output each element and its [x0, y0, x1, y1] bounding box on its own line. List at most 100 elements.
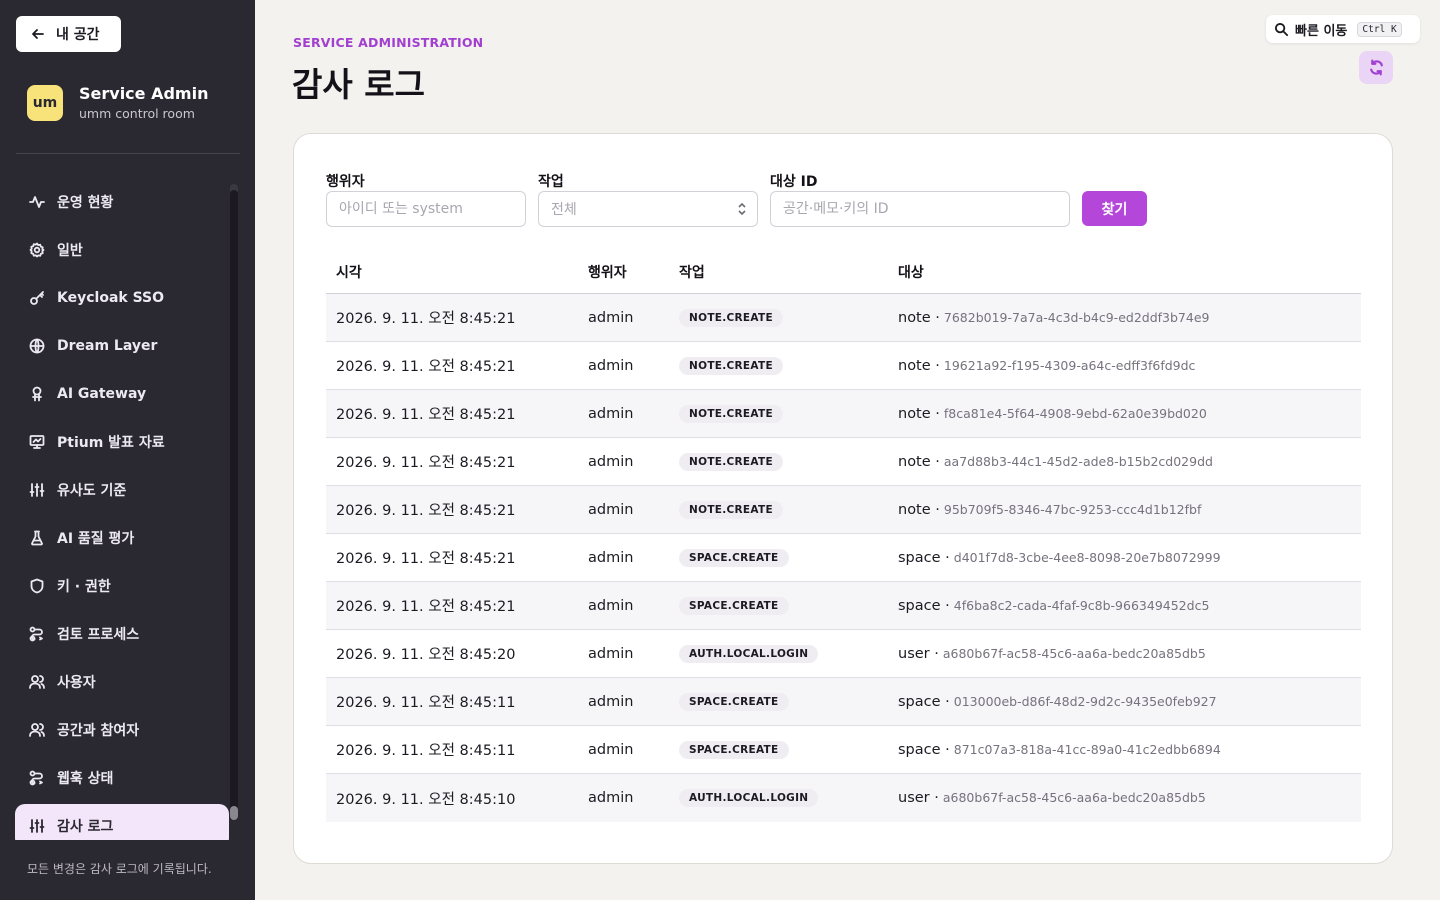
target-id-input[interactable]: [770, 191, 1070, 227]
sidebar-item-general[interactable]: 일반: [15, 228, 229, 272]
sidebar-scrollbar-thumb[interactable]: [230, 190, 238, 820]
audit-log-table: 시각 행위자 작업 대상 2026. 9. 11. 오전 8:45:21 adm…: [326, 250, 1361, 822]
brand-title: Service Admin: [79, 84, 209, 103]
sidebar-footer-note: 모든 변경은 감사 로그에 기록됩니다.: [27, 862, 212, 876]
action-filter-select[interactable]: 전체: [538, 191, 758, 227]
presentation-icon: [29, 435, 45, 449]
table-row[interactable]: 2026. 9. 11. 오전 8:45:21 admin NOTE.CREAT…: [326, 486, 1361, 534]
activity-icon: [29, 196, 45, 208]
row-time: 2026. 9. 11. 오전 8:45:21: [336, 311, 516, 327]
sidebar-item-users[interactable]: 사용자: [15, 660, 229, 704]
table-row[interactable]: 2026. 9. 11. 오전 8:45:11 admin SPACE.CREA…: [326, 678, 1361, 726]
sidebar-item-webhooks[interactable]: 웹훅 상태: [15, 756, 229, 800]
row-actor: admin: [588, 597, 634, 614]
target-filter-label: 대상 ID: [770, 174, 818, 190]
sidebar-item-keys[interactable]: 키 · 권한: [15, 564, 229, 608]
action-filter-label: 작업: [538, 174, 564, 190]
sidebar-item-similarity[interactable]: 유사도 기준: [15, 468, 229, 512]
sidebar-item-label: 웹훅 상태: [57, 771, 114, 787]
quick-nav-shortcut: Ctrl K: [1357, 21, 1402, 37]
sidebar-item-spaces[interactable]: 공간과 참여자: [15, 708, 229, 752]
sliders-icon: [29, 819, 45, 833]
row-actor: admin: [588, 741, 634, 758]
target-id: aa7d88b3-44c1-45d2-ade8-b15b2cd029dd: [943, 453, 1213, 469]
sidebar-scrollbar-handle[interactable]: [230, 806, 238, 820]
row-actor: admin: [588, 309, 634, 326]
column-header-action: 작업: [679, 264, 705, 281]
sidebar-item-ai-gateway[interactable]: AI Gateway: [15, 372, 229, 416]
sliders-icon: [29, 483, 45, 497]
table-body: 2026. 9. 11. 오전 8:45:21 admin NOTE.CREAT…: [326, 294, 1361, 822]
sidebar-item-label: 키 · 권한: [57, 579, 111, 595]
sidebar-item-ai-quality[interactable]: AI 품질 평가: [15, 516, 229, 560]
table-header: 시각 행위자 작업 대상: [326, 250, 1361, 294]
actor-filter-input[interactable]: [326, 191, 526, 227]
action-badge: NOTE.CREATE: [679, 308, 783, 327]
table-row[interactable]: 2026. 9. 11. 오전 8:45:21 admin NOTE.CREAT…: [326, 390, 1361, 438]
table-row[interactable]: 2026. 9. 11. 오전 8:45:21 admin SPACE.CREA…: [326, 534, 1361, 582]
sidebar-item-label: 유사도 기준: [57, 483, 127, 499]
action-badge: SPACE.CREATE: [679, 692, 789, 711]
row-time: 2026. 9. 11. 오전 8:45:11: [336, 695, 516, 711]
refresh-button[interactable]: [1359, 51, 1393, 84]
quick-nav-label: 빠른 이동: [1295, 23, 1348, 39]
search-icon: [1274, 22, 1289, 36]
page-eyebrow: SERVICE ADMINISTRATION: [293, 35, 484, 50]
search-button[interactable]: 찾기: [1082, 191, 1147, 226]
target-kind: note ·: [898, 501, 940, 518]
back-button[interactable]: 내 공간: [16, 16, 121, 52]
action-badge: NOTE.CREATE: [679, 452, 783, 471]
brand-subtitle: umm control room: [79, 106, 195, 121]
sidebar-item-audit-log[interactable]: 감사 로그: [15, 804, 229, 840]
action-badge: SPACE.CREATE: [679, 548, 789, 567]
table-row[interactable]: 2026. 9. 11. 오전 8:45:21 admin NOTE.CREAT…: [326, 438, 1361, 486]
target-id: 19621a92-f195-4309-a64c-edff3f6fd9dc: [943, 357, 1196, 373]
row-time: 2026. 9. 11. 오전 8:45:21: [336, 599, 516, 615]
chevron-updown-icon: [738, 202, 746, 216]
sidebar-item-ptium[interactable]: Ptium 발표 자료: [15, 420, 229, 464]
actor-filter-label: 행위자: [326, 174, 365, 190]
row-time: 2026. 9. 11. 오전 8:45:21: [336, 503, 516, 519]
quick-nav-button[interactable]: 빠른 이동 Ctrl K: [1266, 15, 1420, 43]
sidebar-item-label: Dream Layer: [57, 338, 158, 354]
audit-log-card: 행위자 작업 전체 대상 ID 찾기 시각 행위자 작업 대상 2026. 9.…: [293, 133, 1393, 864]
row-actor: admin: [588, 357, 634, 374]
table-row[interactable]: 2026. 9. 11. 오전 8:45:21 admin NOTE.CREAT…: [326, 294, 1361, 342]
row-actor: admin: [588, 549, 634, 566]
table-row[interactable]: 2026. 9. 11. 오전 8:45:20 admin AUTH.LOCAL…: [326, 630, 1361, 678]
column-header-target: 대상: [898, 264, 924, 281]
sidebar-item-label: 공간과 참여자: [57, 723, 140, 739]
table-row[interactable]: 2026. 9. 11. 오전 8:45:21 admin NOTE.CREAT…: [326, 342, 1361, 390]
brand: um Service Admin umm control room: [27, 84, 208, 121]
action-badge: NOTE.CREATE: [679, 500, 783, 519]
row-time: 2026. 9. 11. 오전 8:45:21: [336, 551, 516, 567]
row-actor: admin: [588, 501, 634, 518]
refresh-icon: [1369, 59, 1383, 76]
sidebar-item-keycloak-sso[interactable]: Keycloak SSO: [15, 276, 229, 320]
table-row[interactable]: 2026. 9. 11. 오전 8:45:21 admin SPACE.CREA…: [326, 582, 1361, 630]
sidebar-item-overview[interactable]: 운영 현황: [15, 180, 229, 224]
table-row[interactable]: 2026. 9. 11. 오전 8:45:11 admin SPACE.CREA…: [326, 726, 1361, 774]
action-badge: AUTH.LOCAL.LOGIN: [679, 644, 819, 663]
action-filter-value: 전체: [551, 202, 577, 218]
row-time: 2026. 9. 11. 오전 8:45:21: [336, 455, 516, 471]
sidebar: 내 공간 um Service Admin umm control room 운…: [0, 0, 255, 900]
target-kind: space ·: [898, 549, 950, 566]
sidebar-item-label: Ptium 발표 자료: [57, 435, 165, 451]
gear-icon: [29, 242, 45, 258]
target-kind: user ·: [898, 645, 939, 662]
target-id: a680b67f-ac58-45c6-aa6a-bedc20a85db5: [942, 790, 1206, 805]
action-badge: NOTE.CREATE: [679, 404, 783, 423]
target-id: a680b67f-ac58-45c6-aa6a-bedc20a85db5: [942, 645, 1206, 661]
target-kind: space ·: [898, 597, 950, 614]
action-badge: SPACE.CREATE: [679, 740, 789, 759]
webhook-icon: [29, 770, 43, 786]
target-id: d401f7d8-3cbe-4ee8-8098-20e7b8072999: [953, 549, 1221, 565]
sidebar-item-label: AI Gateway: [57, 386, 147, 402]
gateway-icon: [32, 386, 42, 402]
back-button-label: 내 공간: [56, 27, 100, 43]
sidebar-item-dream-layer[interactable]: Dream Layer: [15, 324, 229, 368]
table-row[interactable]: 2026. 9. 11. 오전 8:45:10 admin AUTH.LOCAL…: [326, 774, 1361, 822]
row-time: 2026. 9. 11. 오전 8:45:10: [336, 791, 516, 808]
sidebar-item-review[interactable]: 검토 프로세스: [15, 612, 229, 656]
